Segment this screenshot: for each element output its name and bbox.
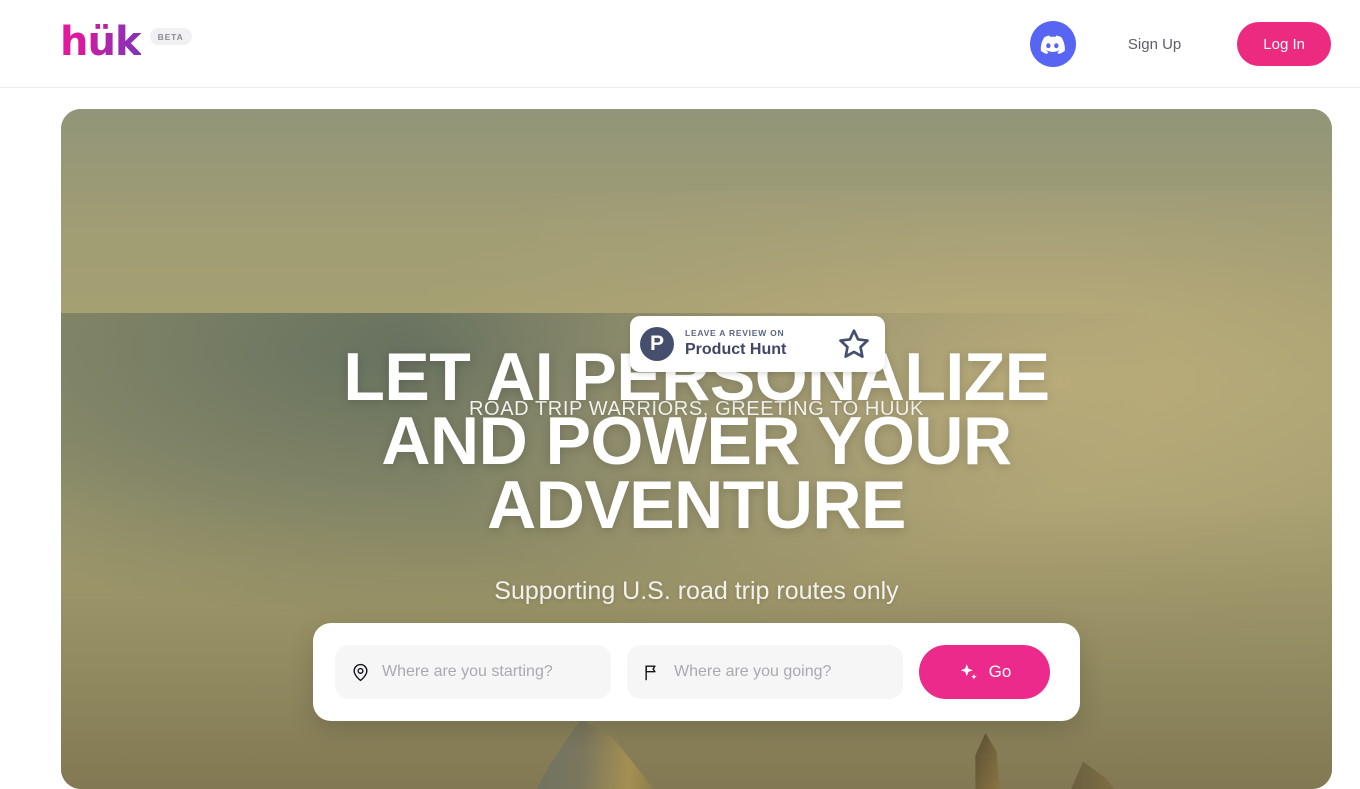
hero-subtitle: Supporting U.S. road trip routes only [494,577,899,605]
destination-field[interactable] [627,645,903,699]
discord-icon [1040,32,1066,57]
origin-input[interactable] [382,663,595,681]
go-button[interactable]: Go [919,645,1050,699]
destination-input[interactable] [674,663,887,681]
go-button-label: Go [988,662,1012,681]
hero-headline-line-2: AND POWER YOUR [381,403,1012,479]
product-hunt-badge[interactable]: P LEAVE A REVIEW ON Product Hunt [630,316,885,372]
origin-field[interactable] [335,645,611,699]
product-hunt-icon: P [640,327,674,361]
beta-badge: BETA [149,28,192,45]
product-hunt-text: LEAVE A REVIEW ON Product Hunt [685,328,837,360]
logo-wordmark: hük [60,19,142,65]
hero-headline-line-3: ADVENTURE [487,467,906,543]
hero-headline: LET AI PERSONALIZE AND POWER YOUR ADVENT… [61,343,1332,543]
header-nav: Sign Up Log In [1029,0,1331,88]
brand-logo[interactable]: hük BETA [60,20,192,64]
site-header: hük BETA Sign Up Log In [0,0,1360,88]
login-button[interactable]: Log In [1237,22,1331,66]
hero-section: P LEAVE A REVIEW ON Product Hunt ROAD TR… [61,109,1332,789]
product-hunt-kicker: LEAVE A REVIEW ON [685,328,785,338]
map-pin-icon [351,663,370,682]
signup-link[interactable]: Sign Up [1128,36,1181,53]
flag-icon [643,663,662,682]
sparkle-icon [958,662,979,683]
product-hunt-title: Product Hunt [685,341,787,358]
star-outline-icon [837,327,871,361]
discord-button[interactable] [1029,21,1076,67]
route-search-card: Go [313,623,1080,721]
